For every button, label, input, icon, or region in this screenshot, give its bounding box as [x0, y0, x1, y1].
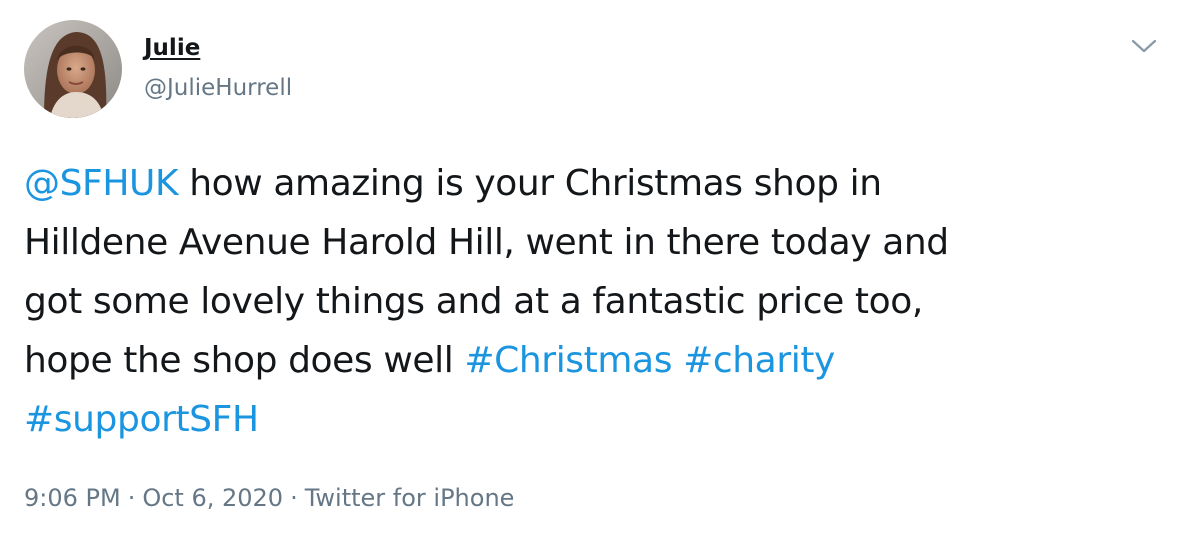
tweet-text: @SFHUK how amazing is your Christmas sho…: [24, 154, 1144, 449]
avatar[interactable]: [24, 20, 122, 118]
tweet-line: got some lovely things and at a fantasti…: [24, 272, 1144, 331]
tweet-text-segment: how amazing is your Christmas shop in: [178, 163, 882, 204]
tweet-date[interactable]: Oct 6, 2020: [142, 484, 283, 512]
tweet-meta: 9:06 PM · Oct 6, 2020 · Twitter for iPhone: [24, 481, 514, 515]
tweet-line: hope the shop does well #Christmas #char…: [24, 331, 1144, 390]
tweet-text-segment: [672, 340, 683, 381]
chevron-down-icon[interactable]: [1128, 30, 1160, 62]
tweet-source[interactable]: Twitter for iPhone: [305, 484, 515, 512]
tweet-text-segment: hope the shop does well: [24, 340, 465, 381]
tweet-time[interactable]: 9:06 PM: [24, 484, 121, 512]
avatar-image: [24, 20, 122, 118]
tweet-text-segment: Hilldene Avenue Harold Hill, went in the…: [24, 222, 949, 263]
tweet-line: #supportSFH: [24, 390, 1144, 449]
tweet-line: @SFHUK how amazing is your Christmas sho…: [24, 154, 1144, 213]
meta-separator: ·: [290, 484, 298, 512]
user-handle[interactable]: @JulieHurrell: [144, 73, 292, 103]
hashtag-link[interactable]: #Christmas: [464, 340, 672, 381]
display-name[interactable]: Julie: [144, 33, 200, 63]
mention-link[interactable]: @SFHUK: [24, 163, 179, 204]
tweet-card: Julie @JulieHurrell @SFHUK how amazing i…: [0, 0, 1177, 541]
tweet-line: Hilldene Avenue Harold Hill, went in the…: [24, 213, 1144, 272]
tweet-text-segment: got some lovely things and at a fantasti…: [24, 281, 923, 322]
meta-separator: ·: [127, 484, 136, 512]
hashtag-link[interactable]: #supportSFH: [24, 399, 259, 440]
hashtag-link[interactable]: #charity: [683, 340, 835, 381]
